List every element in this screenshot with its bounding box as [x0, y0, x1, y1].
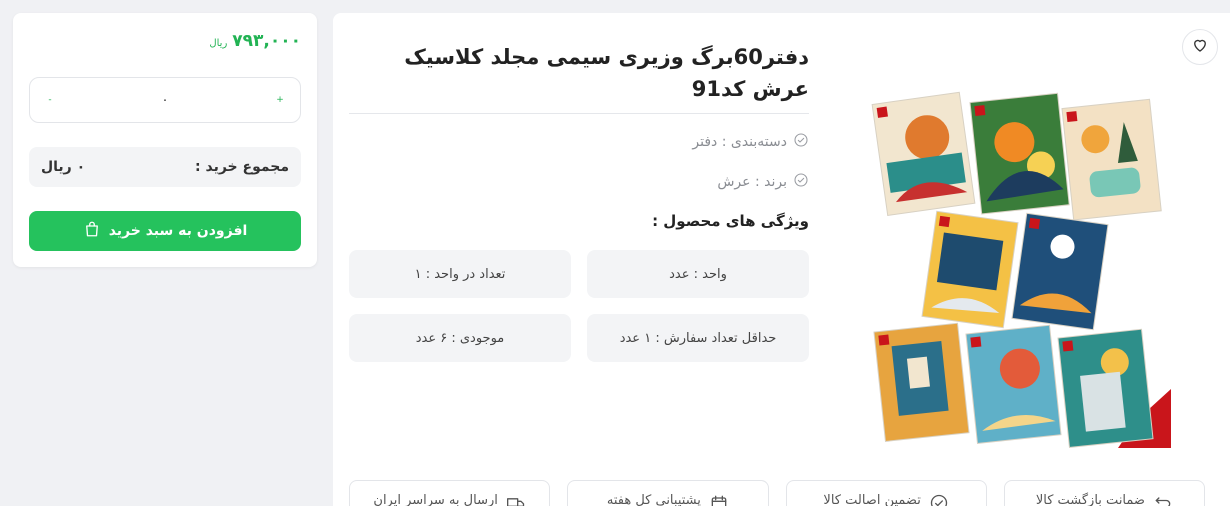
check-circle-icon	[793, 172, 809, 192]
check-circle-icon	[793, 132, 809, 152]
brand-row: برند : عرش	[349, 172, 809, 192]
price: ۷۹۳,۰۰۰ ریال	[209, 31, 301, 51]
guarantee-shipping: ارسال به سراسر ایران	[349, 480, 551, 506]
guarantee-support-label: پشتیبانی کل هفته	[606, 493, 701, 506]
calendar-icon	[709, 493, 729, 506]
qty-plus-button[interactable]: +	[274, 95, 286, 105]
features-title: ویژگی های محصول :	[652, 212, 809, 230]
total-row: مجموع خرید : ۰ ریال	[29, 147, 301, 187]
brand-text[interactable]: برند : عرش	[717, 174, 787, 190]
category-text[interactable]: دسته‌بندی : دفتر	[692, 134, 787, 150]
product-panel: دفتر60برگ وزیری سیمی مجلد کلاسیک عرش کد9…	[333, 13, 1230, 506]
guarantees-bar: ضمانت بازگشت کالا تضمین اصالت کالا پشتیب…	[349, 480, 1205, 506]
features-grid: واحد : عدد تعداد در واحد : ۱ حداقل تعداد…	[349, 250, 809, 362]
guarantee-original-label: تضمین اصالت کالا	[823, 493, 921, 506]
favorite-button[interactable]	[1182, 29, 1218, 65]
add-to-cart-label: افزودن به سبد خرید	[108, 223, 248, 239]
qty-minus-button[interactable]: -	[44, 95, 56, 105]
quantity-stepper: + ۰ -	[29, 77, 301, 123]
heart-icon	[1191, 36, 1209, 58]
total-value: ۰ ریال	[41, 159, 86, 175]
title-divider	[349, 113, 809, 114]
check-badge-icon	[929, 493, 949, 506]
total-label: مجموع خرید :	[195, 159, 289, 175]
add-to-cart-button[interactable]: افزودن به سبد خرید	[29, 211, 301, 251]
buy-box: ۷۹۳,۰۰۰ ریال + ۰ - مجموع خرید : ۰ ریال ا…	[13, 13, 317, 267]
feature-stock: موجودی : ۶ عدد	[349, 314, 571, 362]
product-title: دفتر60برگ وزیری سیمی مجلد کلاسیک عرش کد9…	[404, 45, 809, 101]
price-amount: ۷۹۳,۰۰۰	[232, 31, 301, 51]
guarantee-support: پشتیبانی کل هفته	[567, 480, 769, 506]
guarantee-return-label: ضمانت بازگشت کالا	[1035, 493, 1145, 506]
guarantee-original: تضمین اصالت کالا	[785, 480, 987, 506]
feature-items-per-unit: تعداد در واحد : ۱	[349, 250, 571, 298]
shopping-bag-icon	[83, 220, 101, 242]
category-row: دسته‌بندی : دفتر	[349, 132, 809, 152]
product-info: دفتر60برگ وزیری سیمی مجلد کلاسیک عرش کد9…	[349, 41, 809, 362]
qty-value[interactable]: ۰	[162, 93, 169, 108]
feature-unit: واحد : عدد	[587, 250, 809, 298]
return-icon	[1153, 493, 1173, 506]
guarantee-shipping-label: ارسال به سراسر ایران	[373, 493, 498, 506]
feature-min-order: حداقل تعداد سفارش : ۱ عدد	[587, 314, 809, 362]
product-meta: دسته‌بندی : دفتر برند : عرش	[349, 132, 809, 192]
guarantee-return: ضمانت بازگشت کالا	[1003, 480, 1205, 506]
price-unit: ریال	[209, 38, 228, 49]
product-image[interactable]	[868, 89, 1171, 448]
truck-icon	[506, 493, 526, 506]
